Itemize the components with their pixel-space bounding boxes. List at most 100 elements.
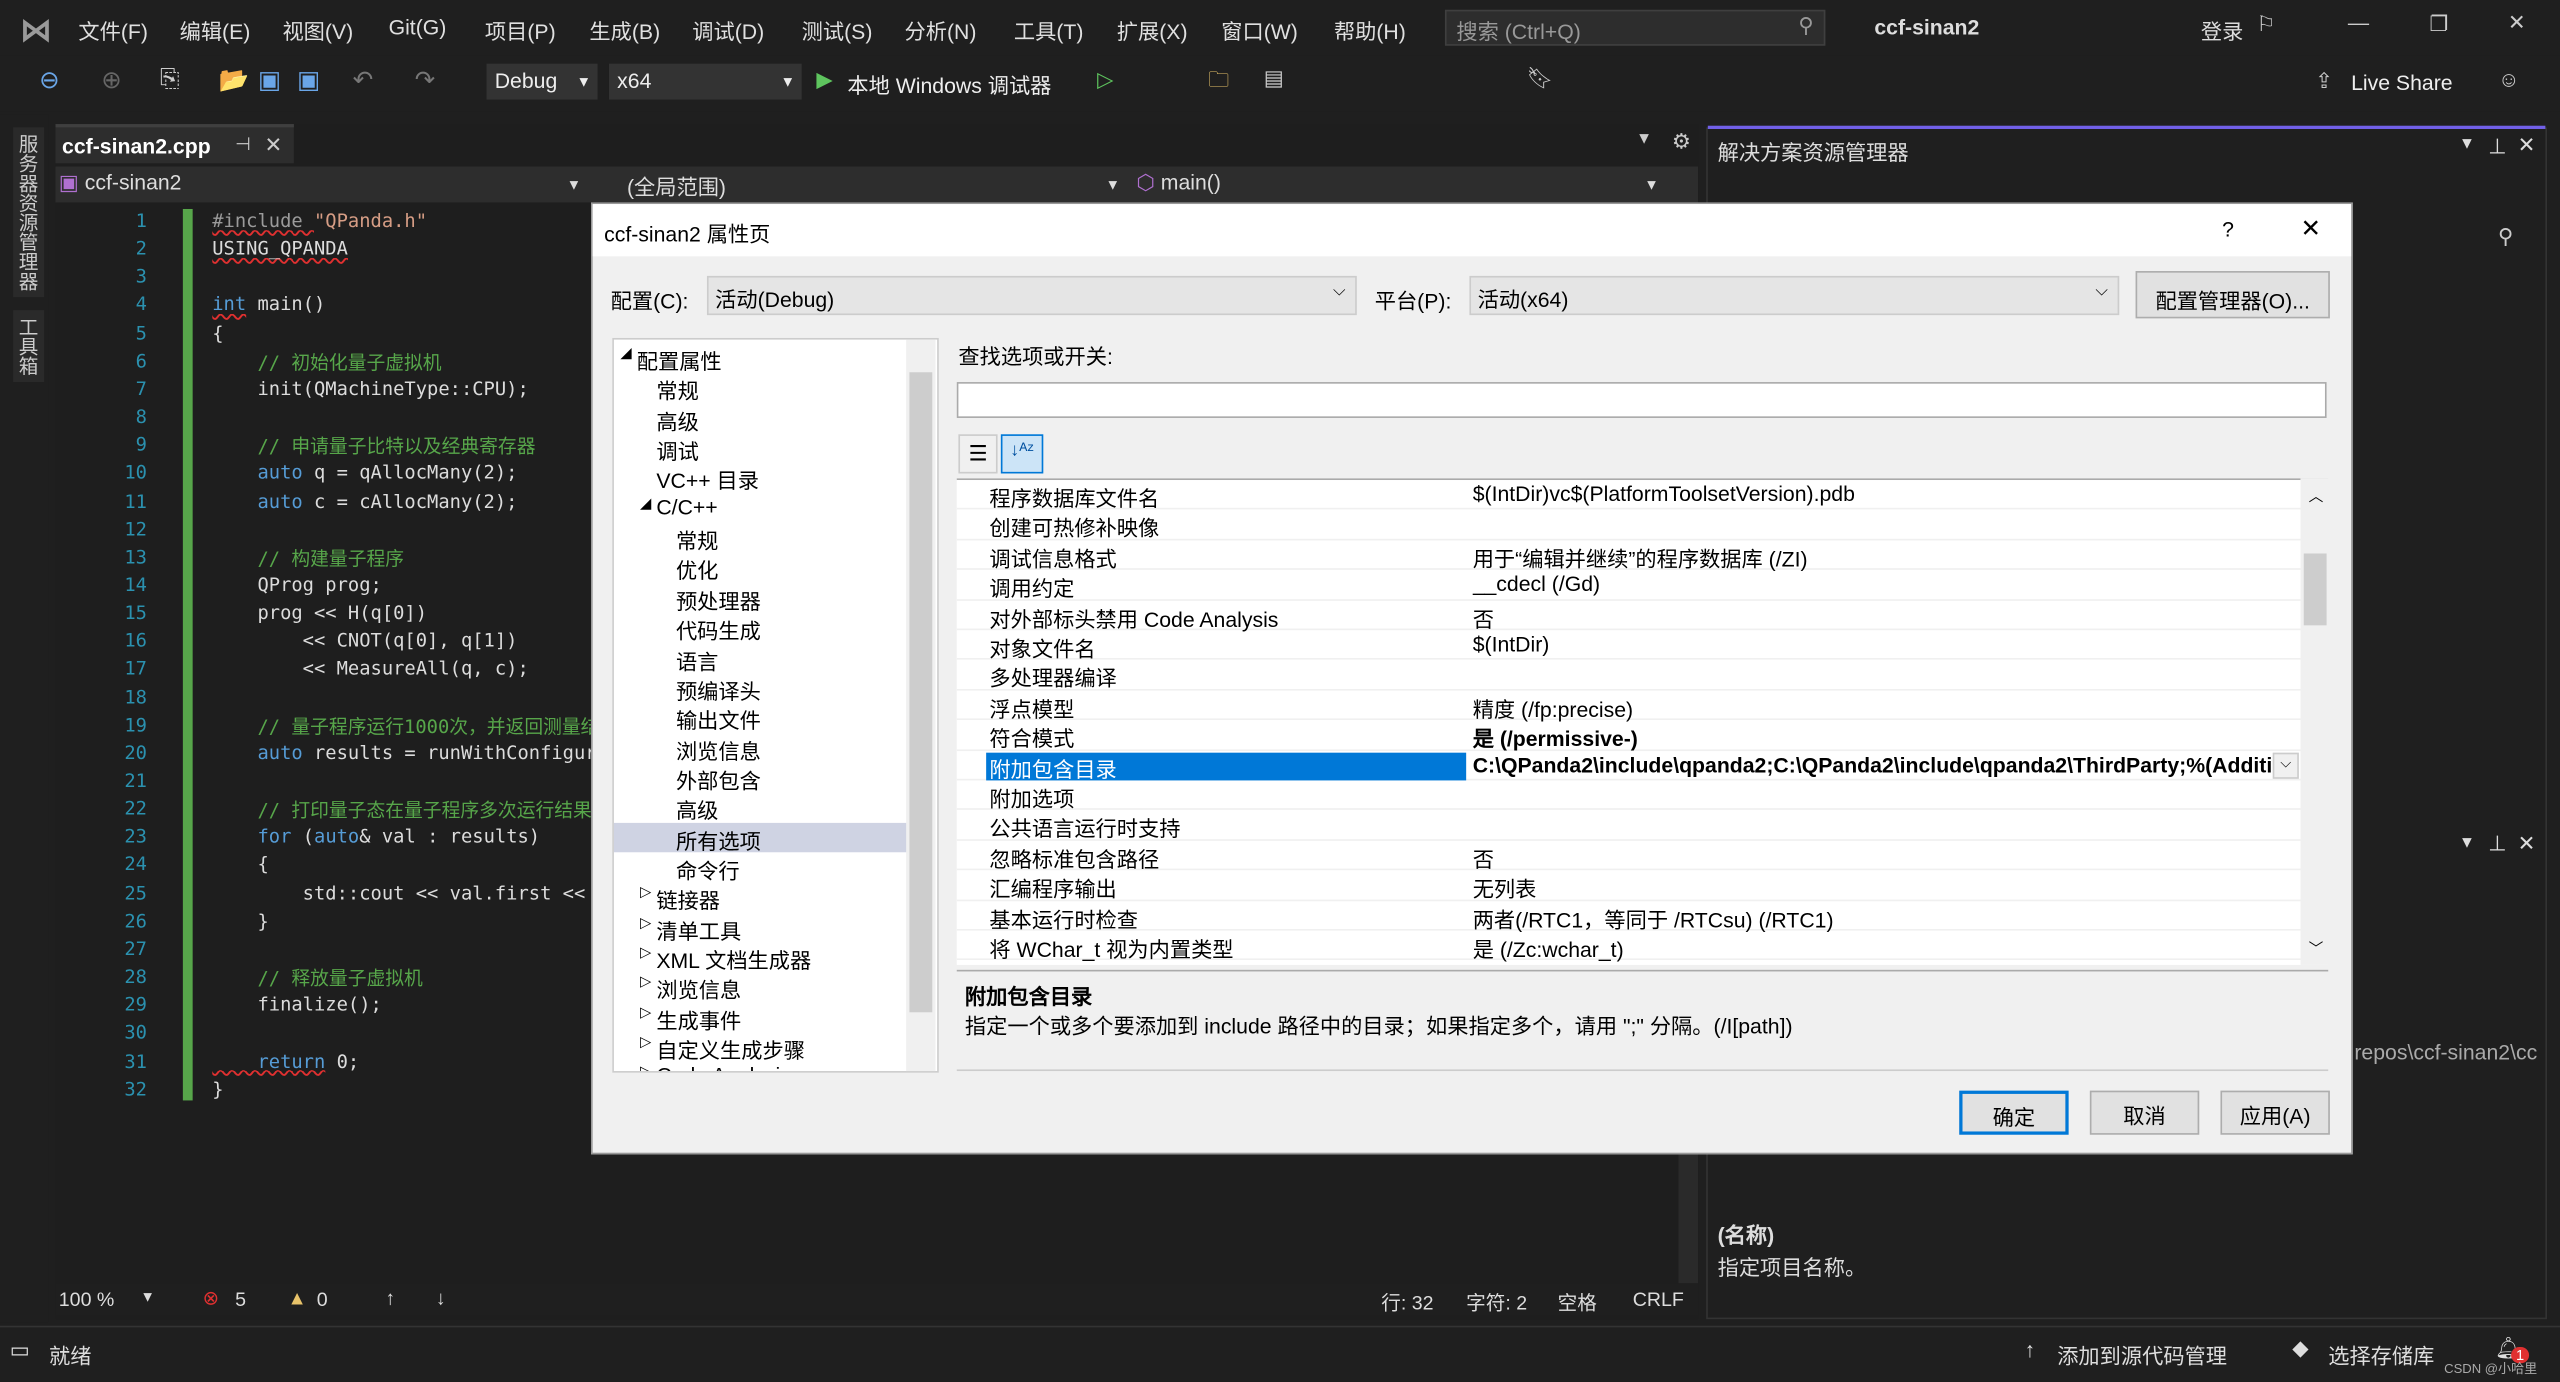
bookmark-icon[interactable]: 🔖︎ [1527, 65, 1554, 91]
undo-icon[interactable]: ↶ [353, 65, 374, 95]
platform-combo[interactable]: x64 ▼ [608, 63, 802, 100]
code-line[interactable]: auto results = runWithConfiguration(prog… [212, 741, 591, 764]
cancel-button[interactable]: 取消 [2089, 1090, 2200, 1135]
zoom-level[interactable]: 100 % [59, 1288, 115, 1311]
panel-pin-icon[interactable]: ⊥ [2488, 134, 2506, 160]
toolbox-tab[interactable]: 工具箱 [13, 310, 45, 383]
tree-item[interactable]: ▷ 浏览信息 [614, 972, 908, 1003]
code-line[interactable]: } [212, 1077, 223, 1100]
server-explorer-tab[interactable]: 服务器资源管理器 [13, 127, 45, 298]
tree-item[interactable]: 语言 [614, 642, 908, 673]
property-grid[interactable]: 程序数据库文件名 $(IntDir)vc$(PlatformToolsetVers… [956, 478, 2329, 965]
property-row[interactable]: 创建可热修补映像 [956, 510, 2303, 541]
tree-item[interactable]: 代码生成 [614, 612, 908, 643]
dialog-close-button[interactable]: ✕ [2300, 214, 2321, 244]
function-dropdown[interactable]: ⬡ main() ▼ [1136, 170, 1665, 199]
code-line[interactable]: { [212, 321, 223, 344]
tree-scrollbar[interactable] [906, 339, 936, 1072]
restore-button[interactable]: ❐ [2429, 11, 2448, 37]
ok-button[interactable]: 确定 [1959, 1090, 2069, 1135]
forward-icon[interactable]: ⊕ [101, 65, 122, 95]
close-window-button[interactable]: ✕ [2508, 10, 2526, 36]
tree-item[interactable]: ◢ C/C++ [614, 493, 908, 522]
tree-item[interactable]: 常规 [614, 373, 908, 403]
property-row[interactable]: 程序数据库文件名 $(IntDir)vc$(PlatformToolsetVers… [956, 480, 2303, 511]
platform-select[interactable]: 活动(x64) ⌵ [1469, 275, 2120, 316]
tree-item[interactable]: 命令行 [614, 852, 908, 883]
menu-item[interactable]: 扩展(X) [1117, 15, 1188, 46]
tree-item[interactable]: 调试 [614, 433, 908, 463]
menu-item[interactable]: 项目(P) [485, 15, 556, 46]
property-dropdown-button[interactable]: ⌵ [2272, 752, 2299, 779]
property-tree[interactable]: ◢ 配置属性 常规 高级 调试 VC++ 目录 ◢ C/C++ 常规 优化 预处理器 代码生成 语言 预编… [612, 337, 939, 1073]
expander-icon[interactable]: ◢ [620, 344, 631, 362]
code-line[interactable]: << MeasureAll(q, c); [212, 657, 529, 680]
live-share-icon[interactable]: ⇪ [2315, 69, 2333, 95]
tree-item[interactable]: 常规 [614, 523, 908, 553]
code-line[interactable]: } [212, 909, 268, 932]
line-ending-indicator[interactable]: CRLF [1633, 1288, 1684, 1311]
code-line[interactable]: QProg prog; [212, 573, 381, 596]
code-line[interactable]: prog << H(q[0]) [212, 601, 427, 624]
expander-icon[interactable]: ▷ [640, 974, 651, 992]
code-line[interactable]: finalize(); [212, 993, 381, 1016]
menu-item[interactable]: 编辑(E) [180, 15, 251, 46]
search-solution-icon[interactable]: ⚲ [2498, 224, 2514, 250]
menu-item[interactable]: 窗口(W) [1221, 15, 1298, 46]
property-row[interactable]: 公共语言运行时支持 [956, 810, 2303, 841]
code-line[interactable]: std::cout << val.first << ", " << val.se… [212, 881, 591, 904]
code-line[interactable]: // 释放量子虚拟机 [212, 965, 422, 991]
code-line[interactable]: // 申请量子比特以及经典寄存器 [212, 433, 535, 459]
help-button[interactable]: ? [2222, 217, 2234, 241]
panel-dropdown-icon[interactable]: ▼ [2459, 136, 2475, 154]
menu-item[interactable]: 帮助(H) [1334, 15, 1406, 46]
tree-item[interactable]: ◢ 配置属性 [614, 343, 908, 373]
config-select[interactable]: 活动(Debug) ⌵ [706, 275, 1357, 316]
tab-dropdown-icon[interactable]: ▼ [1636, 131, 1652, 149]
prev-issue-icon[interactable]: ↑ [385, 1287, 395, 1310]
warning-count[interactable]: 0 [317, 1288, 328, 1311]
panel-close-icon[interactable]: ✕ [2518, 132, 2536, 158]
sort-alphabetical-button[interactable]: ↓ᴬᶻ [1000, 434, 1044, 474]
expander-icon[interactable]: ▷ [640, 914, 651, 932]
project-dropdown[interactable]: ▣ ccf-sinan2 ▼ [59, 170, 588, 199]
tree-item[interactable]: 优化 [614, 553, 908, 583]
login-link[interactable]: 登录 [2201, 15, 2243, 46]
tree-item[interactable]: ▷ XML 文档生成器 [614, 942, 908, 973]
tree-item[interactable]: 高级 [614, 403, 908, 433]
property-row[interactable]: 调试信息格式 用于“编辑并继续”的程序数据库 (/ZI) [956, 540, 2303, 571]
minimize-button[interactable]: — [2348, 10, 2369, 34]
code-line[interactable]: // 量子程序运行1000次，并返回测量结果 [212, 713, 591, 739]
categorized-view-button[interactable]: ☰ [958, 434, 998, 474]
tree-item[interactable]: 所有选项 [613, 822, 908, 853]
code-line[interactable]: // 构建量子程序 [212, 545, 404, 571]
next-issue-icon[interactable]: ↓ [436, 1287, 446, 1310]
pin-icon[interactable]: ⊣ [235, 134, 251, 156]
new-project-icon[interactable]: ⎘ [160, 65, 180, 93]
property-row[interactable]: 附加包含目录 C:\QPanda2\include\qpanda2;C:\QPan… [956, 750, 2303, 781]
expander-icon[interactable]: ▷ [640, 884, 651, 902]
scope-dropdown[interactable]: (全局范围) ▼ [627, 170, 1127, 199]
find-in-files-icon[interactable]: 🗀 [1208, 65, 1229, 101]
account-icon[interactable]: ⚐ [2256, 11, 2275, 37]
error-count[interactable]: 5 [235, 1288, 246, 1311]
tree-item[interactable]: ▷ 生成事件 [614, 1002, 908, 1033]
tree-item[interactable]: ▷ 清单工具 [614, 912, 908, 943]
code-line[interactable]: int main() [212, 293, 325, 316]
code-line[interactable]: // 初始化量子虚拟机 [212, 349, 441, 375]
apply-button[interactable]: 应用(A) [2220, 1090, 2330, 1135]
search-input[interactable]: 搜索 (Ctrl+Q) ⚲ [1444, 9, 1826, 46]
expander-icon[interactable]: ◢ [640, 494, 651, 512]
property-row[interactable]: 符合模式 是 (/permissive-) [956, 720, 2303, 751]
close-tab-icon[interactable]: ✕ [264, 132, 282, 158]
menu-item[interactable]: 分析(N) [905, 15, 977, 46]
add-to-source-control-button[interactable]: 添加到源代码管理 [2057, 1339, 2227, 1370]
tree-item[interactable]: 浏览信息 [614, 732, 908, 763]
code-line[interactable]: #include "QPanda.h" [212, 209, 427, 232]
tree-item[interactable]: 高级 [614, 792, 908, 823]
feedback-icon[interactable]: ☺ [2498, 67, 2520, 91]
run-icon[interactable]: ▶ [816, 67, 832, 93]
property-row[interactable]: 对外部标头禁用 Code Analysis 否 [956, 600, 2303, 631]
code-line[interactable]: << CNOT(q[0], q[1]) [212, 629, 518, 652]
select-repository-button[interactable]: 选择存储库 [2328, 1339, 2434, 1370]
